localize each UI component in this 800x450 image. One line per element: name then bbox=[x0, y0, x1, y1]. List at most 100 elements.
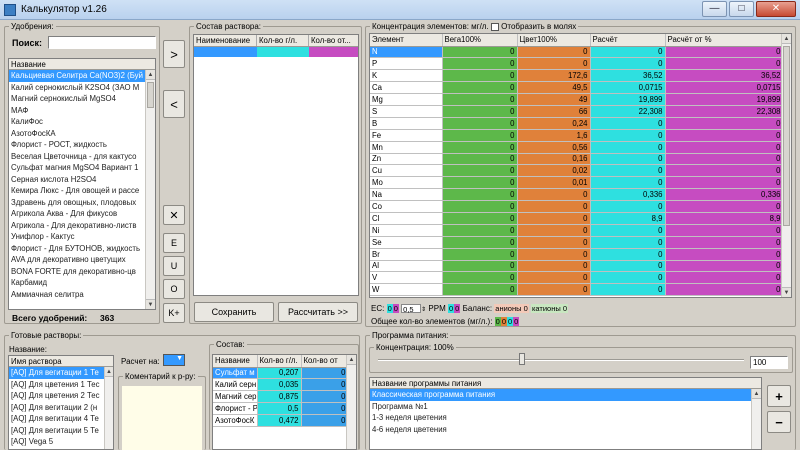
u-button[interactable]: U bbox=[163, 256, 185, 276]
concentration-row[interactable]: Cl 0 0 8,9 8,9 bbox=[370, 212, 784, 225]
element-value[interactable]: 0,56 bbox=[517, 141, 591, 154]
fertilizer-item[interactable]: Кальциевая Селитра Ca(NO3)2 (Буй bbox=[9, 70, 155, 82]
concentration-row[interactable]: Se 0 0 0 0 bbox=[370, 236, 784, 249]
element-value[interactable]: 0,01 bbox=[517, 176, 591, 190]
concentration-table[interactable]: Элемент Вега100% Цвет100% Расчёт Расчёт от %… bbox=[369, 33, 792, 298]
element-value[interactable]: 0 bbox=[590, 176, 666, 190]
concentration-col-1[interactable]: Вега100% bbox=[442, 34, 518, 47]
element-value[interactable]: 0 bbox=[517, 200, 591, 213]
element-value[interactable]: 0 bbox=[517, 248, 591, 261]
ready-solution-item[interactable]: [AQ] Для цветения 2 Тес bbox=[9, 390, 113, 402]
o-button[interactable]: O bbox=[163, 279, 185, 299]
ready-scrollbar[interactable]: ▲ bbox=[104, 367, 113, 449]
element-value[interactable]: 0 bbox=[590, 271, 666, 285]
concentration-row[interactable]: Na 0 0 0,336 0,336 bbox=[370, 188, 784, 202]
solution-col-amount-from[interactable]: Кол-во от... bbox=[309, 35, 358, 46]
element-value[interactable]: 0 bbox=[442, 117, 518, 130]
composition-value[interactable]: 0,5 bbox=[257, 402, 302, 416]
composition-row[interactable]: Сульфат м 0,207 0 bbox=[213, 367, 349, 380]
maximize-button[interactable]: □ bbox=[729, 1, 754, 17]
solution-cell-selected[interactable] bbox=[194, 47, 257, 57]
scroll-down-icon[interactable]: ▼ bbox=[782, 287, 791, 297]
element-value[interactable]: 0,16 bbox=[517, 153, 591, 166]
program-item[interactable]: 4-6 неделя цветения bbox=[370, 424, 761, 436]
element-value[interactable]: 0 bbox=[590, 57, 666, 71]
element-value[interactable]: 19,899 bbox=[665, 93, 784, 106]
element-value[interactable]: 0 bbox=[442, 176, 518, 190]
program-item[interactable]: Программа №1 bbox=[370, 401, 761, 413]
element-value[interactable]: 0 bbox=[590, 117, 666, 130]
concentration-scrollbar[interactable]: ▲ ▼ bbox=[781, 34, 791, 297]
concentration-row[interactable]: N0000 bbox=[370, 46, 784, 59]
save-button[interactable]: Сохранить bbox=[194, 302, 274, 322]
composition-name[interactable]: Магний серн bbox=[213, 390, 258, 404]
ready-list-header[interactable]: Имя раствора bbox=[9, 356, 113, 367]
composition-value[interactable]: 0 bbox=[301, 414, 349, 427]
concentration-slider-track[interactable] bbox=[378, 359, 744, 361]
ready-solution-item[interactable]: [AQ] Для вегитации 1 Те bbox=[9, 367, 113, 379]
add-to-solution-button[interactable]: > bbox=[163, 40, 185, 68]
concentration-row[interactable]: Ni 0 0 0 0 bbox=[370, 224, 784, 237]
element-value[interactable]: 0 bbox=[665, 236, 784, 249]
k-plus-button[interactable]: K+ bbox=[163, 303, 185, 323]
element-value[interactable]: 0 bbox=[442, 260, 518, 273]
element-value[interactable]: 0 bbox=[442, 129, 518, 142]
element-value[interactable]: 0 bbox=[665, 46, 784, 59]
concentration-row[interactable]: Mo 0 0,01 0 0 bbox=[370, 176, 784, 190]
remove-program-button[interactable]: − bbox=[767, 411, 791, 433]
concentration-value-input[interactable]: 100 bbox=[750, 356, 788, 369]
composition-row[interactable]: Магний серн 0,875 0 bbox=[213, 390, 349, 404]
concentration-row[interactable]: V0000 bbox=[370, 271, 784, 285]
element-value[interactable]: 22,308 bbox=[590, 105, 666, 118]
fertilizer-item[interactable]: AVA для декоративно цветущих bbox=[9, 254, 155, 266]
close-button[interactable]: ✕ bbox=[756, 1, 796, 17]
scroll-up-icon[interactable]: ▲ bbox=[782, 34, 791, 44]
element-value[interactable]: 0 bbox=[442, 153, 518, 166]
concentration-slider-thumb[interactable] bbox=[519, 353, 525, 365]
concentration-col-0[interactable]: Элемент bbox=[370, 34, 443, 47]
concentration-row[interactable]: Ca 0 49,5 0,0715 0,0715 bbox=[370, 81, 784, 95]
element-value[interactable]: 0 bbox=[665, 153, 784, 166]
fertilizer-item[interactable]: BONA FORTE для декоративно-цв bbox=[9, 265, 155, 277]
clear-solution-button[interactable]: ✕ bbox=[163, 205, 185, 225]
scroll-up-icon[interactable]: ▲ bbox=[347, 355, 356, 365]
composition-scrollbar[interactable]: ▲ bbox=[346, 355, 356, 449]
element-value[interactable]: 0 bbox=[590, 260, 666, 273]
composition-row[interactable]: Флорист - Р 0,5 0 bbox=[213, 402, 349, 416]
concentration-row[interactable]: Al 0 0 0 0 bbox=[370, 260, 784, 273]
element-value[interactable]: 0 bbox=[442, 212, 518, 225]
fertilizers-list-header[interactable]: Название bbox=[9, 59, 155, 70]
fertilizers-list[interactable]: Название Кальциевая Селитра Ca(NO3)2 (Бу… bbox=[8, 58, 156, 310]
concentration-col-3[interactable]: Расчёт bbox=[590, 34, 666, 47]
element-value[interactable]: 0 bbox=[665, 176, 784, 190]
element-value[interactable]: 0,336 bbox=[665, 188, 784, 202]
element-value[interactable]: 0 bbox=[442, 46, 518, 59]
concentration-row[interactable]: Zn 0 0,16 0 0 bbox=[370, 153, 784, 166]
program-item[interactable]: 1-3 неделя цветения bbox=[370, 412, 761, 424]
composition-name[interactable]: АзотоФосК bbox=[213, 414, 258, 427]
composition-value[interactable]: 0,875 bbox=[257, 390, 302, 404]
fertilizer-item[interactable]: Серная кислота H2SO4 bbox=[9, 173, 155, 185]
element-value[interactable]: 0 bbox=[517, 46, 591, 59]
element-value[interactable]: 0,0715 bbox=[665, 81, 784, 95]
ec-input[interactable]: 0,5 bbox=[401, 304, 422, 314]
element-value[interactable]: 0 bbox=[442, 283, 518, 297]
fertilizer-item[interactable]: Унифлор - Кактус bbox=[9, 231, 155, 243]
calc-for-select[interactable]: ▼ bbox=[163, 354, 185, 366]
solution-col-amount[interactable]: Кол-во г/л. bbox=[257, 35, 309, 46]
fertilizer-item[interactable]: Калий сернокислый K2SO4 (ЗАО М bbox=[9, 81, 155, 93]
element-value[interactable]: 0 bbox=[590, 153, 666, 166]
ec-spinner-icon[interactable]: ⇕ bbox=[421, 307, 426, 313]
scroll-up-icon[interactable]: ▲ bbox=[752, 389, 761, 399]
fertilizer-item[interactable]: Здравень для овощных, плодовых bbox=[9, 196, 155, 208]
element-value[interactable]: 0 bbox=[590, 248, 666, 261]
add-program-button[interactable]: + bbox=[767, 385, 791, 407]
fertilizer-item[interactable]: Кемира Люкс - Для овощей и рассе bbox=[9, 185, 155, 197]
element-value[interactable]: 0 bbox=[442, 93, 518, 106]
ready-solution-item[interactable]: [AQ] Для цветения 1 Тес bbox=[9, 379, 113, 391]
element-value[interactable]: 0 bbox=[442, 248, 518, 261]
concentration-row[interactable]: S 0 66 22,308 22,308 bbox=[370, 105, 784, 118]
element-value[interactable]: 0 bbox=[665, 260, 784, 273]
element-value[interactable]: 0 bbox=[442, 57, 518, 71]
fertilizer-item[interactable]: МАФ bbox=[9, 104, 155, 116]
